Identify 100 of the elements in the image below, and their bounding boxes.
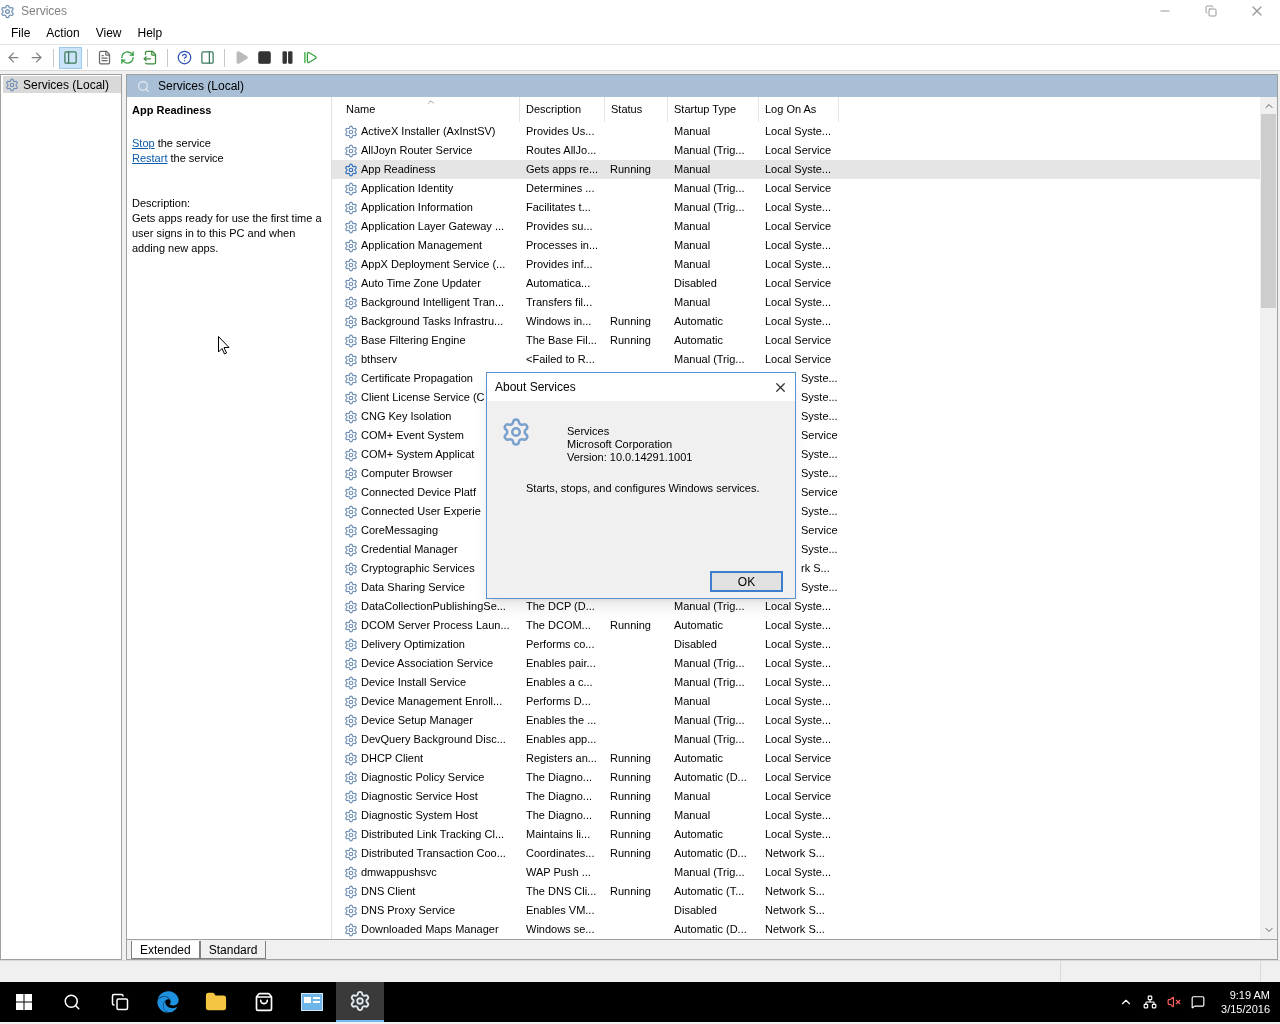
service-row[interactable]: Diagnostic Service Host The Diagno... Running Manual Local Service — [332, 787, 1260, 806]
menu-item[interactable]: Action — [38, 22, 88, 44]
service-name[interactable]: Data Sharing Service — [361, 579, 465, 596]
service-name: Device Association Service — [361, 656, 494, 672]
service-row[interactable]: Auto Time Zone Updater Automatica... Disabled Local Service — [332, 274, 1260, 293]
log-on-cell: Local Syste... — [765, 296, 832, 309]
log-on-cell: Network S... — [765, 923, 825, 936]
scroll-thumb[interactable] — [1261, 114, 1276, 308]
service-name[interactable]: CoreMessaging — [361, 522, 439, 539]
service-name[interactable]: Connected Device Platf — [361, 484, 476, 501]
column-header[interactable]: Startup Type — [668, 97, 759, 122]
service-name[interactable]: Credential Manager — [361, 541, 458, 558]
status-cell: Running — [610, 790, 651, 803]
column-header[interactable]: Status — [605, 97, 668, 122]
service-row[interactable]: Distributed Link Tracking Cl... Maintains li... Running Automatic Local Syste... — [332, 825, 1260, 844]
vertical-scrollbar[interactable] — [1260, 97, 1277, 939]
volume-muted-icon[interactable] — [1167, 995, 1182, 1009]
service-row[interactable]: Background Tasks Infrastru... Windows in... Running Automatic Local Syste... — [332, 312, 1260, 331]
clock[interactable]: 9:19 AM 3/15/2016 — [1221, 988, 1270, 1016]
startup-type-cell: Automatic (D... — [674, 771, 747, 784]
log-on-cell: Local Syste... — [765, 239, 832, 252]
service-row[interactable]: DNS Proxy Service Enables VM... Disabled Network S... — [332, 901, 1260, 920]
service-name[interactable]: Client License Service (C — [361, 389, 485, 406]
startup-type-cell: Disabled — [674, 904, 717, 917]
column-header[interactable]: Log On As — [759, 97, 839, 122]
description-cell: <Failed to R... — [526, 353, 595, 366]
tree-item[interactable]: Services (Local) — [3, 76, 121, 93]
company-name: Microsoft Corporation — [567, 438, 674, 451]
service-row[interactable]: DCOM Server Process Laun... The DCOM... Running Automatic Local Syste... — [332, 616, 1260, 635]
service-name: Background Tasks Infrastru... — [361, 314, 504, 330]
menu-item[interactable]: View — [87, 22, 130, 44]
service-row[interactable]: bthserv <Failed to R... Manual (Trig... Local Service — [332, 350, 1260, 369]
service-name[interactable]: Computer Browser — [361, 465, 453, 482]
taskbar-button[interactable] — [336, 982, 384, 1022]
ok-button[interactable]: OK — [710, 571, 783, 592]
service-name[interactable]: Cryptographic Services — [361, 560, 475, 577]
help-icon — [177, 50, 192, 65]
description-cell: Windows se... — [526, 923, 595, 936]
service-title: App Readiness — [132, 103, 213, 118]
service-name: DevQuery Background Disc... — [361, 732, 506, 748]
service-name[interactable]: COM+ System Applicat — [361, 446, 475, 463]
service-row[interactable]: DevQuery Background Disc... Enables app... Manual (Trig... Local Syste... — [332, 730, 1260, 749]
service-name[interactable]: Certificate Propagation — [361, 370, 473, 387]
log-on-cell: Local Service — [765, 752, 832, 765]
status-cell: Running — [610, 315, 651, 328]
log-on-cell: Network S... — [765, 885, 825, 898]
gear-icon — [344, 922, 358, 937]
service-row[interactable]: Application Management Processes in... Manual Local Syste... — [332, 236, 1260, 255]
service-row[interactable]: AllJoyn Router Service Routes AllJo... Manual (Trig... Local Service — [332, 141, 1260, 160]
service-row[interactable]: DNS Client The DNS Cli... Running Automatic (T... Network S... — [332, 882, 1260, 901]
startup-type-cell: Manual (Trig... — [674, 182, 745, 195]
service-row[interactable]: DHCP Client Registers an... Running Automatic Local Service — [332, 749, 1260, 768]
gear-icon — [344, 561, 358, 576]
service-row[interactable]: Base Filtering Engine The Base Fil... Running Automatic Local Service — [332, 331, 1260, 350]
description-label: Description: — [132, 196, 192, 211]
notifications-icon[interactable] — [1191, 995, 1206, 1009]
service-name[interactable]: Connected User Experie — [361, 503, 481, 520]
dialog-description: Starts, stops, and configures Windows services. — [525, 481, 761, 496]
log-on-cell: rk S... — [801, 562, 830, 575]
service-row[interactable]: Diagnostic System Host The Diagno... Running Manual Local Syste... — [332, 806, 1260, 825]
service-name[interactable]: COM+ Event System — [361, 427, 464, 444]
menu-item[interactable]: Help — [129, 22, 171, 44]
console-tree-button[interactable] — [59, 46, 82, 69]
view-tab[interactable]: Standard — [199, 941, 267, 959]
service-row[interactable]: App Readiness Gets apps re... Running Manual Local Syste... — [332, 160, 1260, 179]
log-on-cell: Local Service — [765, 220, 832, 233]
service-row[interactable]: Device Management Enroll... Performs D... Manual Local Syste... — [332, 692, 1260, 711]
network-icon[interactable] — [1143, 995, 1158, 1009]
startup-type-cell: Automatic — [674, 619, 723, 632]
service-row[interactable]: Application Layer Gateway ... Provides su... Manual Local Service — [332, 217, 1260, 236]
log-on-cell: Local Syste... — [765, 695, 832, 708]
service-row[interactable]: ActiveX Installer (AxInstSV) Provides Us... Manual Local Syste... — [332, 122, 1260, 141]
log-on-cell: Service — [801, 429, 838, 442]
service-row[interactable]: Device Install Service Enables a c... Manual (Trig... Local Syste... — [332, 673, 1260, 692]
column-header[interactable]: Description — [520, 97, 605, 122]
description-cell: Enables pair... — [526, 657, 596, 670]
service-row[interactable]: dmwappushsvc WAP Push ... Manual (Trig... Local Syste... — [332, 863, 1260, 882]
service-row[interactable]: Delivery Optimization Performs co... Disabled Local Syste... — [332, 635, 1260, 654]
service-row[interactable]: DataCollectionPublishingSe... The DCP (D... Manual (Trig... Local Syste... — [332, 597, 1260, 616]
service-row[interactable]: Downloaded Maps Manager Windows se... Automatic (D... Network S... — [332, 920, 1260, 939]
service-row[interactable]: Application Information Facilitates t... Manual (Trig... Local Syste... — [332, 198, 1260, 217]
view-tab[interactable]: Extended — [131, 941, 200, 959]
startup-type-cell: Automatic — [674, 752, 723, 765]
menu-item[interactable]: File — [3, 22, 39, 44]
service-row[interactable]: Diagnostic Policy Service The Diagno... Running Automatic (D... Local Service — [332, 768, 1260, 787]
description-cell: WAP Push ... — [526, 866, 591, 879]
description-cell: Determines ... — [526, 182, 595, 195]
service-row[interactable]: AppX Deployment Service (... Provides inf... Manual Local Syste... — [332, 255, 1260, 274]
action-link[interactable]: Stop — [132, 137, 155, 149]
service-row[interactable]: Device Setup Manager Enables the ... Manual (Trig... Local Syste... — [332, 711, 1260, 730]
gear-icon — [344, 181, 358, 196]
column-header[interactable]: Name — [332, 97, 520, 122]
service-row[interactable]: Application Identity Determines ... Manual (Trig... Local Service — [332, 179, 1260, 198]
service-row[interactable]: Distributed Transaction Coo... Coordinates... Running Automatic (D... Network S... — [332, 844, 1260, 863]
action-link[interactable]: Restart — [132, 152, 168, 164]
service-name[interactable]: CNG Key Isolation — [361, 408, 452, 425]
service-row[interactable]: Background Intelligent Tran... Transfers fil... Manual Local Syste... — [332, 293, 1260, 312]
gear-icon — [344, 238, 358, 253]
service-row[interactable]: Device Association Service Enables pair... Manual (Trig... Local Syste... — [332, 654, 1260, 673]
log-on-cell: Syste... — [801, 505, 838, 518]
